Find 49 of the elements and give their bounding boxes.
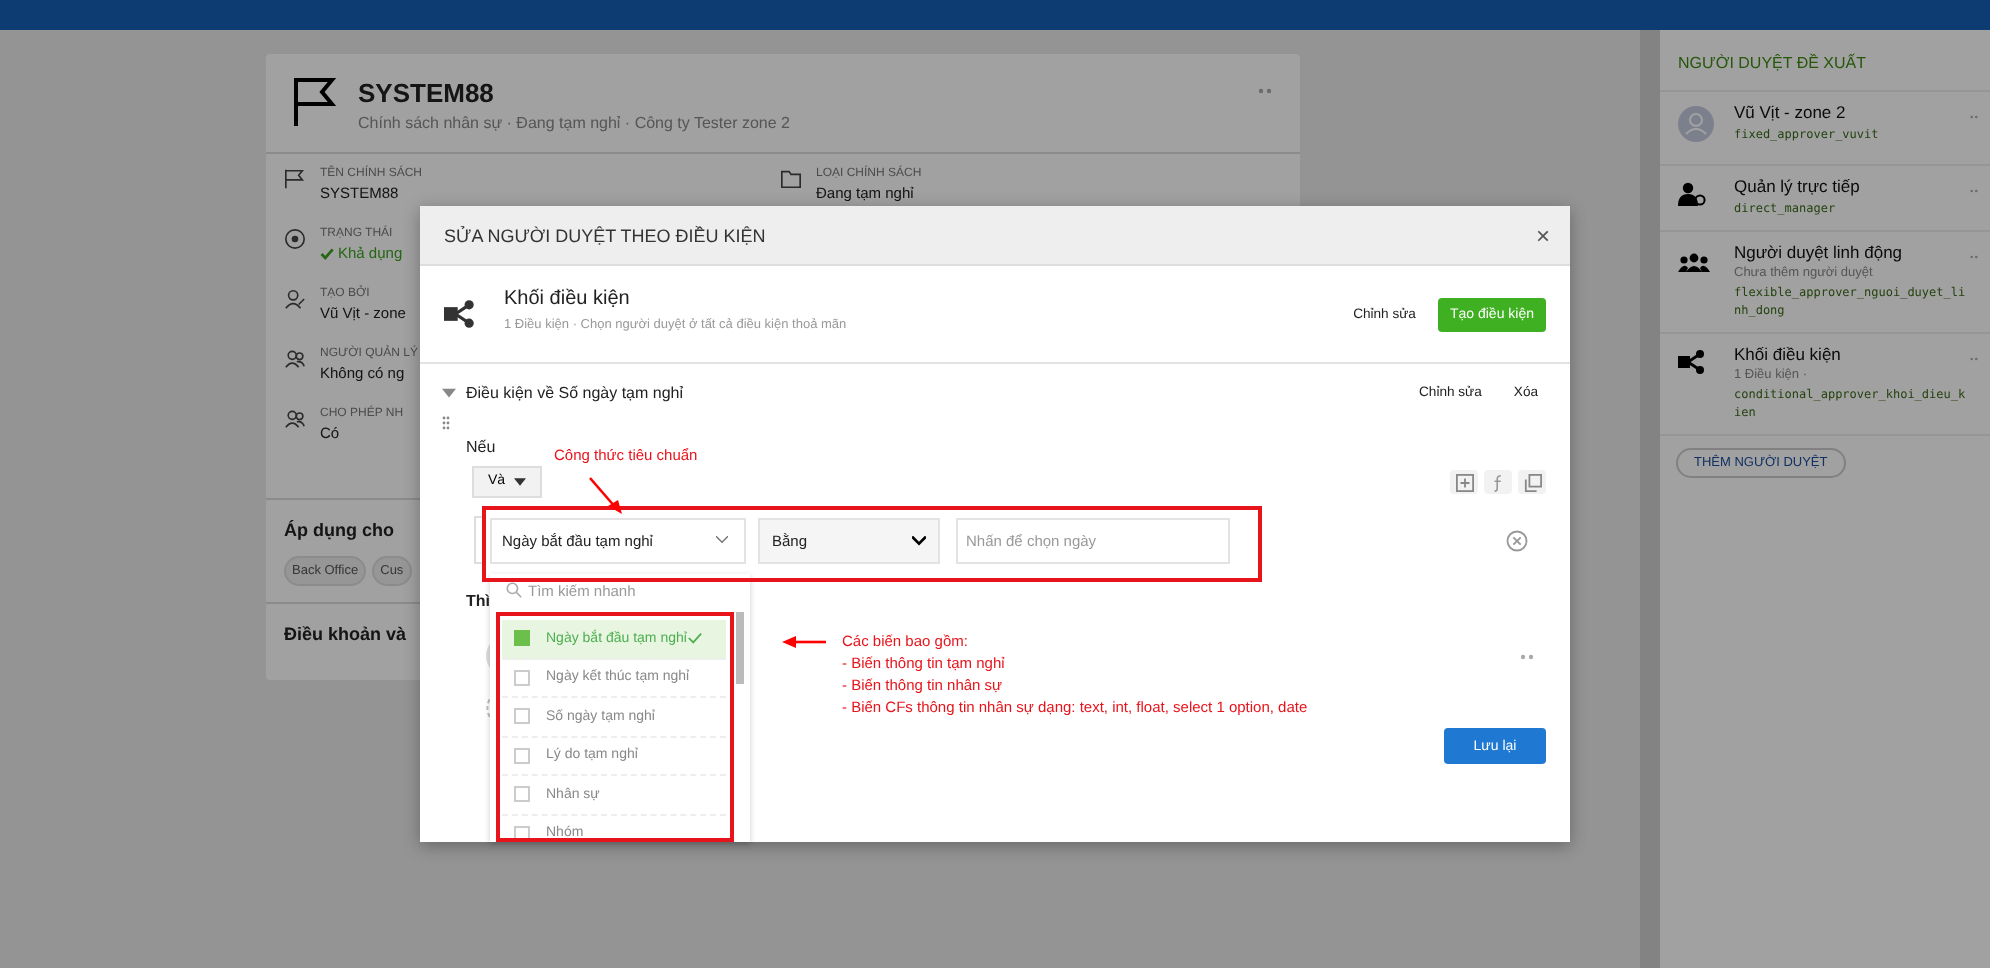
arrow [782, 636, 826, 648]
dialog-title: SỬA NGƯỜI DUYỆT THEO ĐIỀU KIỆN [444, 225, 766, 245]
more-icon[interactable] [1970, 254, 1978, 261]
flag-icon [292, 76, 336, 128]
block-title: Khối điều kiện [504, 288, 632, 310]
more-icon[interactable] [1520, 653, 1534, 659]
group-icon [1678, 252, 1710, 273]
close-button[interactable]: × [1535, 221, 1550, 249]
more-icon[interactable] [1970, 114, 1978, 120]
chevron-icon [716, 536, 728, 544]
function-icon[interactable] [1484, 470, 1512, 494]
chevron-icon [912, 535, 926, 545]
condition-title: Điều kiện về Số ngày tạm nghỉ [466, 384, 686, 402]
approver-name: Người duyệt linh động [1734, 242, 1905, 263]
more-icon[interactable] [1970, 356, 1978, 363]
approver-name: Vũ Vịt - zone 2 [1734, 102, 1848, 122]
section-title: Áp dụng cho [284, 520, 394, 540]
policy-subtitle: Chính sách nhân sự · Đang tạm nghỉ · Công ty Tester zone 2 [358, 114, 792, 132]
drag-handle-icon[interactable] [442, 416, 450, 430]
users-icon [284, 348, 306, 370]
scrollbar[interactable] [1640, 30, 1660, 968]
add-icon[interactable] [1450, 470, 1478, 494]
approver-name: Khối điều kiện [1734, 344, 1843, 365]
section-title: Điều khoản và [284, 624, 407, 644]
users-icon [284, 408, 306, 430]
more-icon[interactable] [1258, 88, 1272, 94]
circle-icon [284, 228, 306, 250]
share-icon [1678, 350, 1706, 375]
approver-name: Quản lý trực tiếp [1734, 176, 1862, 196]
remove-icon[interactable] [1506, 529, 1528, 551]
caret-icon [513, 477, 526, 485]
copy-icon[interactable] [1518, 470, 1546, 494]
check-icon [320, 247, 334, 259]
share-icon [444, 300, 476, 328]
scrollbar[interactable] [736, 612, 744, 684]
panel-title: NGƯỜI DUYỆT ĐỀ XUẤT [1660, 30, 1990, 92]
user-icon [284, 288, 306, 310]
if-label: Nếu [466, 438, 496, 456]
arrow [588, 476, 624, 516]
more-icon[interactable] [1970, 188, 1978, 194]
avatar-icon [1678, 106, 1714, 142]
flag-icon [284, 168, 306, 190]
folder-icon [780, 168, 802, 190]
then-label: Thì [466, 592, 490, 610]
search-icon [506, 582, 522, 598]
policy-title: SYSTEM88 [358, 78, 496, 108]
caret-icon[interactable] [442, 388, 456, 398]
check-icon [688, 632, 703, 645]
manager-icon [1678, 182, 1706, 206]
